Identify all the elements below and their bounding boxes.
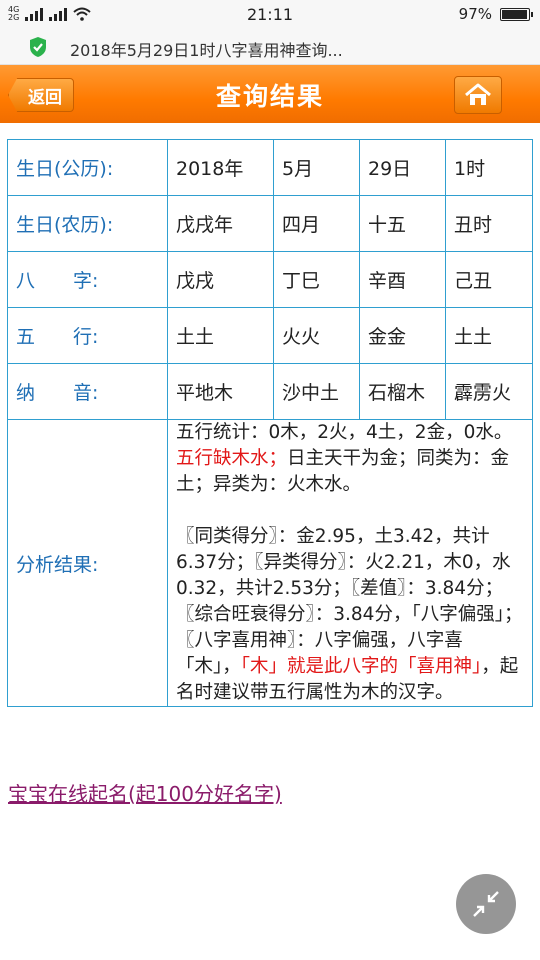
table-row: 纳 音: 平地木 沙中土 石榴木 霹雳火 (7, 363, 533, 420)
analysis-row: 分析结果: 五行统计：0木，2火，4土，2金，0水。五行缺木水；日主天干为金；同… (7, 419, 533, 707)
battery-percent: 97% (458, 5, 492, 23)
table-cell: 沙中土 (273, 363, 360, 420)
table-cell: 十五 (359, 195, 446, 252)
table-cell: 火火 (273, 307, 360, 364)
table-cell: 5月 (273, 139, 360, 196)
table-cell: 辛酉 (359, 251, 446, 308)
app-header: 返回 查询结果 (0, 65, 540, 123)
favorable-element-highlight: 「木」就是此八字的「喜用神」 (240, 656, 482, 677)
table-cell: 己丑 (445, 251, 533, 308)
table-cell: 霹雳火 (445, 363, 533, 420)
table-cell: 戊戌 (167, 251, 274, 308)
table-cell: 土土 (445, 307, 533, 364)
missing-elements-highlight: 五行缺木水； (176, 448, 288, 469)
home-button[interactable] (454, 76, 502, 114)
row-label: 纳 音: (7, 363, 168, 420)
analysis-summary: 五行统计：0木，2火，4土，2金，0水。 (176, 422, 513, 443)
table-cell: 1时 (445, 139, 533, 196)
row-label: 八 字: (7, 251, 168, 308)
shield-check-icon (30, 37, 46, 57)
home-icon (465, 83, 491, 105)
table-cell: 土土 (167, 307, 274, 364)
table-cell: 丁巳 (273, 251, 360, 308)
battery-level (502, 9, 528, 19)
browser-url-bar[interactable]: 2018年5月29日1时八字喜用神查询... (0, 30, 540, 65)
table-row: 五 行: 土土 火火 金金 土土 (7, 307, 533, 364)
status-bar: 4G 2G 21:11 97% (0, 0, 540, 30)
baby-naming-link[interactable]: 宝宝在线起名(起100分好名字) (8, 778, 282, 807)
row-label: 生日(农历): (7, 195, 168, 252)
table-cell: 平地木 (167, 363, 274, 420)
exit-fullscreen-button[interactable] (456, 874, 516, 934)
bazi-result-table: 生日(公历): 2018年 5月 29日 1时 生日(农历): 戊戌年 四月 十… (7, 139, 533, 707)
analysis-detail: 〖同类得分〗：金2.95，土3.42，共计6.37分；〖异类得分〗：火2.21，… (176, 526, 523, 677)
table-cell: 2018年 (167, 139, 274, 196)
analysis-text: 五行统计：0木，2火，4土，2金，0水。五行缺木水；日主天干为金；同类为：金土；… (167, 419, 533, 707)
table-cell: 戊戌年 (167, 195, 274, 252)
table-cell: 丑时 (445, 195, 533, 252)
table-row: 八 字: 戊戌 丁巳 辛酉 己丑 (7, 251, 533, 308)
row-label: 生日(公历): (7, 139, 168, 196)
collapse-arrows-icon (473, 891, 499, 917)
table-row: 生日(公历): 2018年 5月 29日 1时 (7, 139, 533, 196)
table-row: 生日(农历): 戊戌年 四月 十五 丑时 (7, 195, 533, 252)
table-cell: 石榴木 (359, 363, 446, 420)
battery-status: 97% (458, 5, 533, 23)
table-cell: 29日 (359, 139, 446, 196)
battery-icon (500, 7, 533, 21)
table-cell: 金金 (359, 307, 446, 364)
row-label: 五 行: (7, 307, 168, 364)
analysis-label: 分析结果: (7, 419, 168, 707)
result-content: 生日(公历): 2018年 5月 29日 1时 生日(农历): 戊戌年 四月 十… (0, 123, 540, 960)
table-cell: 四月 (273, 195, 360, 252)
page-title-url[interactable]: 2018年5月29日1时八字喜用神查询... (70, 37, 520, 61)
